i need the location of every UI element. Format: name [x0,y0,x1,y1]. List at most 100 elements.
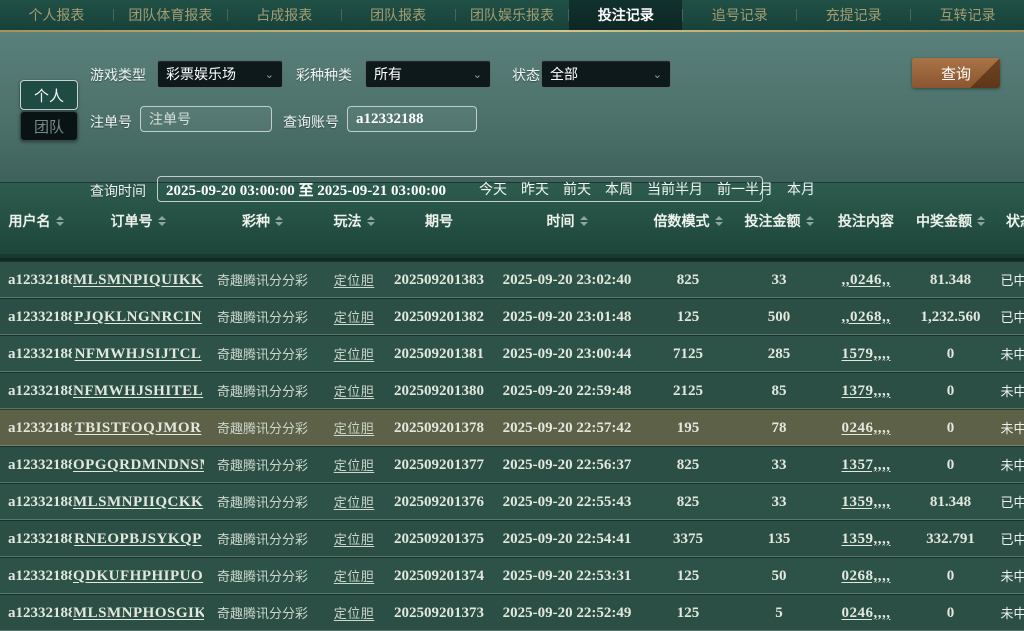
game-type-select[interactable]: 彩票娱乐场 ⌄ [157,60,283,88]
cell-content-link[interactable]: 1357,,,, [842,457,891,473]
cell-period: 202509201381 [387,335,491,372]
cell-order_no-link[interactable]: MLSMNPIQUIKK [73,272,203,288]
cell-status: 已中奖 [994,261,1024,298]
cell-lottery: 奇趣腾讯分分彩 [204,446,321,483]
cell-multiple: 825 [643,483,733,520]
sort-carets-icon[interactable] [579,215,588,226]
cell-content-link[interactable]: 0246,,,, [842,420,891,436]
cell-order_no: MLSMNPIIQCKK [72,483,204,520]
sort-carets-icon[interactable] [366,215,375,226]
nav-tab-6[interactable]: 投注记录 [569,0,683,30]
column-header-content: 投注内容 [825,183,907,261]
cell-order_no: OPGQRDMNDNSM [72,446,204,483]
cell-multiple: 825 [676,493,700,510]
cell-order_no-link[interactable]: RNEOPBJSYKQP [74,531,202,547]
column-label-win: 中奖金额 [916,212,972,229]
lottery-type-select[interactable]: 所有 ⌄ [365,60,491,88]
cell-status: 未中奖 [994,446,1024,483]
cell-multiple: 3375 [673,530,703,547]
sort-carets-icon[interactable] [805,215,814,226]
cell-content-link[interactable]: ,,0268,, [842,309,891,325]
cell-content-link[interactable]: 1359,,,, [842,531,891,547]
cell-content-link[interactable]: 1579,,,, [842,346,891,362]
column-header-win[interactable]: 中奖金额 [907,183,994,261]
cell-play-link[interactable]: 定位胆 [334,421,375,436]
cell-amount: 5 [775,604,783,621]
column-header-user[interactable]: 用户名 [0,183,72,261]
cell-time: 2025-09-20 22:52:49 [491,594,643,631]
cell-content-link[interactable]: 0268,,,, [842,568,891,584]
cell-order_no-link[interactable]: PJQKLNGNRCIN [74,309,202,325]
cell-play-link[interactable]: 定位胆 [334,569,375,584]
cell-win: 0 [907,335,994,372]
nav-tab-4[interactable]: 团队报表 [342,0,455,30]
cell-multiple: 195 [643,409,733,446]
quick-range-4[interactable]: 本周 [605,179,633,199]
cell-time: 2025-09-20 23:02:40 [491,261,643,298]
account-input[interactable]: a12332188 [347,106,477,132]
cell-content-link[interactable]: ,,0246,, [842,272,891,288]
cell-win: 0 [946,567,955,584]
cell-play: 定位胆 [321,557,387,594]
cell-play-link[interactable]: 定位胆 [334,384,375,399]
cell-play-link[interactable]: 定位胆 [334,458,375,473]
cell-play-link[interactable]: 定位胆 [334,347,375,362]
cell-order_no-link[interactable]: NFMWHJSIJTCL [75,346,202,362]
cell-period: 202509201375 [394,530,484,547]
cell-multiple: 7125 [643,335,733,372]
cell-play: 定位胆 [321,298,387,335]
status-select[interactable]: 全部 ⌄ [541,60,671,88]
cell-play-link[interactable]: 定位胆 [334,532,375,547]
cell-order_no-link[interactable]: MLSMNPIIQCKK [73,494,203,510]
cell-lottery: 奇趣腾讯分分彩 [216,272,308,288]
order-no-placeholder: 注单号 [149,111,191,127]
cell-amount: 85 [771,382,787,399]
sort-carets-icon[interactable] [157,215,166,226]
cell-content-link[interactable]: 1379,,,, [842,383,891,399]
sort-carets-icon[interactable] [55,215,64,226]
cell-play: 定位胆 [321,483,387,520]
quick-range-2[interactable]: 昨天 [521,179,549,199]
nav-tab-8[interactable]: 充提记录 [797,0,910,30]
sort-carets-icon[interactable] [275,215,283,226]
column-header-status: 状态 [994,183,1024,261]
cell-play-link[interactable]: 定位胆 [334,606,375,621]
nav-tab-9[interactable]: 互转记录 [911,0,1024,30]
scope-personal-button[interactable]: 个人 [20,80,78,110]
cell-play-link[interactable]: 定位胆 [334,273,375,288]
quick-range-5[interactable]: 当前半月 [647,179,703,199]
cell-content-link[interactable]: 0246,,,, [842,605,891,621]
cell-status: 已中奖 [994,483,1024,520]
cell-period: 202509201383 [387,261,491,298]
quick-range-1[interactable]: 今天 [479,179,507,199]
cell-order_no-link[interactable]: NFMWHJSHITEL [73,383,203,399]
time-range-box[interactable]: 2025-09-20 03:00:00 至 2025-09-21 03:00:0… [157,176,815,202]
cell-order_no-link[interactable]: MLSMNPHOSGIK [73,605,204,621]
cell-order_no-link[interactable]: OPGQRDMNDNSM [73,457,204,473]
nav-tab-7[interactable]: 追号记录 [683,0,796,30]
scope-team-button[interactable]: 团队 [20,111,78,141]
cell-order_no-link[interactable]: QDKUFHPHIPUO [73,568,203,584]
nav-tab-1[interactable]: 个人报表 [0,0,113,30]
sort-carets-icon[interactable] [977,215,985,226]
cell-amount: 50 [733,557,825,594]
cell-order_no-link[interactable]: TBISTFOQJMOR [75,420,202,436]
game-type-label: 游戏类型 [90,67,146,83]
cell-content-link[interactable]: 1359,,,, [842,494,891,510]
quick-range-6[interactable]: 前一半月 [717,179,773,199]
cell-content: 0246,,,, [825,409,907,446]
nav-tab-5[interactable]: 团队娱乐报表 [456,0,569,30]
quick-range-7[interactable]: 本月 [787,179,815,199]
order-no-input[interactable]: 注单号 [140,106,272,132]
cell-lottery: 奇趣腾讯分分彩 [216,457,308,473]
nav-tab-3[interactable]: 占成报表 [228,0,341,30]
cell-win: 0 [946,382,955,399]
cell-play-link[interactable]: 定位胆 [334,310,375,325]
cell-status: 未中奖 [1000,420,1024,436]
search-button[interactable]: 查询 [912,58,1000,88]
cell-play-link[interactable]: 定位胆 [334,495,375,510]
sort-carets-icon[interactable] [714,215,723,226]
quick-range-3[interactable]: 前天 [563,179,591,199]
nav-tab-2[interactable]: 团队体育报表 [114,0,227,30]
cell-multiple: 3375 [643,520,733,557]
